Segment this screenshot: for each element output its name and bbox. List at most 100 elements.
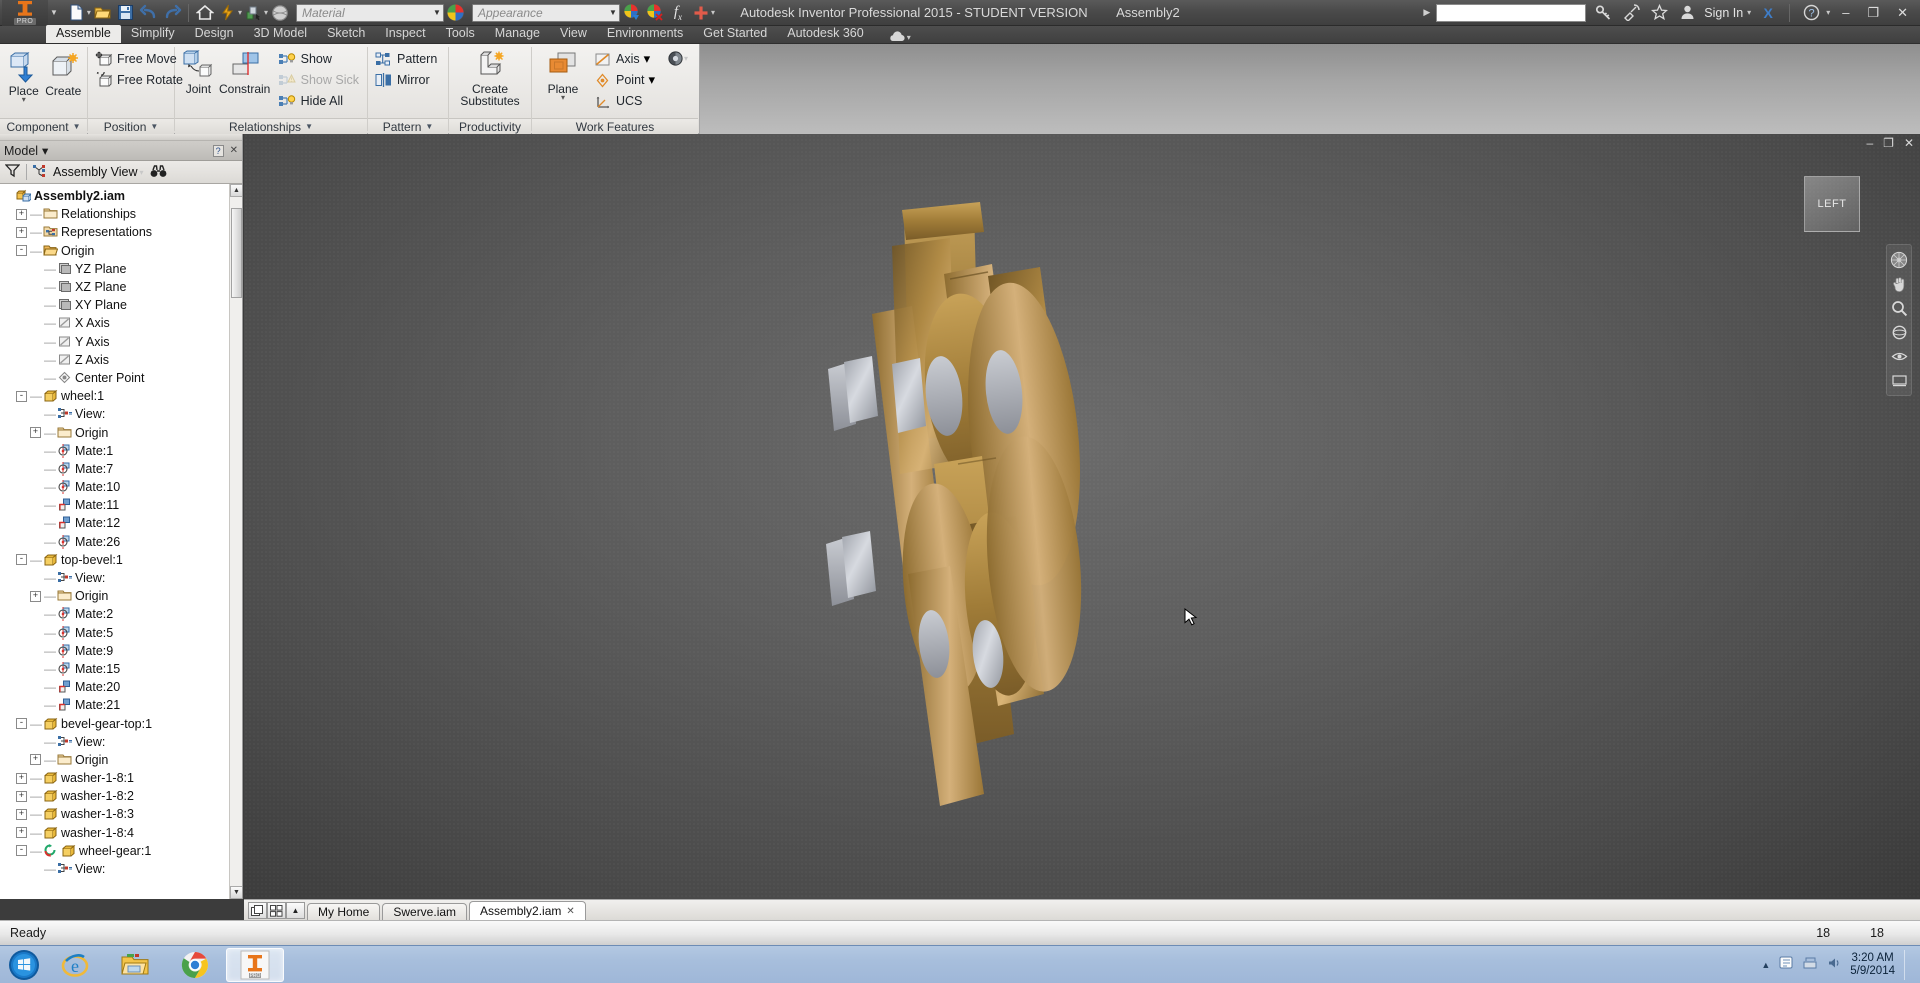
show-relationships-button[interactable]: Show [276,49,363,69]
search-input[interactable] [1436,3,1587,22]
browser-title[interactable]: Model ▾ [4,143,48,159]
sign-in-button[interactable]: Sign In [1704,6,1743,20]
pattern-button[interactable]: Pattern [372,49,441,69]
tree-item[interactable]: + — Origin [0,423,242,441]
panel-component-caret-icon[interactable]: ▼ [73,122,81,131]
panel-relationships-caret-icon[interactable]: ▼ [305,122,313,131]
help-icon[interactable]: ? [1800,2,1822,24]
doc-tab-assembly2[interactable]: Assembly2.iam ✕ [469,901,586,920]
taskbar-clock[interactable]: 3:20 AM 5/9/2014 [1850,952,1895,978]
panel-position-caret-icon[interactable]: ▼ [150,122,158,131]
panel-title-pattern[interactable]: Pattern ▼ [368,118,448,134]
show-sick-button[interactable]: ! Show Sick [276,70,363,90]
taskbar-file-explorer[interactable] [106,948,164,982]
work-plane-button[interactable]: Plane ▾ [536,47,590,102]
redo-icon[interactable] [161,2,183,24]
minimize-button[interactable]: – [1836,5,1855,20]
material-dropdown[interactable]: Material ▼ [295,3,444,22]
taskbar-internet-explorer[interactable]: e [46,948,104,982]
taskbar-inventor[interactable]: PRO [226,947,284,982]
filter-icon[interactable] [4,163,21,181]
panel-title-work-features[interactable]: Work Features [532,118,698,134]
work-plane-caret-icon[interactable]: ▾ [561,94,565,102]
tree-item[interactable]: — Mate:15 [0,660,242,678]
tab-tools[interactable]: Tools [436,25,485,43]
tree-item[interactable]: — YZ Plane [0,260,242,278]
doc-tab-my-home[interactable]: My Home [307,903,381,920]
doc-close-button[interactable]: ✕ [1904,136,1914,150]
star-icon[interactable] [1648,2,1670,24]
new-file-caret-icon[interactable]: ▾ [87,8,91,17]
sign-in-caret-icon[interactable]: ▾ [1747,8,1751,17]
tree-item[interactable]: - — wheel-gear:1 [0,842,242,860]
tree-item[interactable]: — Mate:26 [0,533,242,551]
tree-item[interactable]: Assembly2.iam [0,187,242,205]
material-sphere-icon[interactable] [269,2,291,24]
tree-item[interactable]: + — Relationships [0,205,242,223]
key-icon[interactable] [1592,2,1614,24]
tree-item[interactable]: — View: [0,860,242,878]
graphics-viewport[interactable]: – ❐ ✕ LEFT [244,134,1920,899]
tray-network-icon[interactable] [1803,956,1818,973]
cascade-windows-button[interactable] [248,902,267,919]
clear-appearance-icon[interactable] [644,2,666,24]
tray-show-hidden-button[interactable]: ▲ [1761,960,1770,970]
joint-button[interactable]: Joint [179,47,218,95]
cloud-status-button[interactable]: ▾ [888,31,911,43]
add-to-qat-icon[interactable] [690,2,712,24]
create-component-button[interactable]: Create [44,47,84,97]
tree-item[interactable]: — View: [0,405,242,423]
assembly-view-selector[interactable]: Assembly View ▾ [33,165,144,179]
tree-expand-icon[interactable]: + [16,208,27,220]
browser-title-caret-icon[interactable]: ▾ [42,143,48,158]
update-caret-icon[interactable]: ▾ [238,8,242,17]
place-dropdown-caret-icon[interactable]: ▾ [22,96,26,104]
tray-flag-icon[interactable] [1779,956,1794,973]
tile-windows-button[interactable] [267,902,286,919]
tree-collapse-icon[interactable]: - [16,245,27,257]
browser-help-button[interactable]: ? [212,144,224,157]
tree-item[interactable]: — Z Axis [0,351,242,369]
assembly-3d-model[interactable] [244,134,1920,899]
tab-environments[interactable]: Environments [597,25,693,43]
tree-expand-icon[interactable]: + [16,790,27,802]
tree-item[interactable]: - — top-bevel:1 [0,551,242,569]
model-tree[interactable]: Assembly2.iam + — Relationships + — Representa… [0,184,242,899]
taskbar-google-chrome[interactable] [166,948,224,982]
browser-grip[interactable] [0,134,242,141]
tab-get-started[interactable]: Get Started [693,25,777,43]
doc-tab-swerve[interactable]: Swerve.iam [382,903,468,920]
browser-close-button[interactable]: ✕ [230,145,238,156]
adjust-appearance-icon[interactable] [621,2,643,24]
help-caret-icon[interactable]: ▾ [1826,8,1830,17]
tab-sketch[interactable]: Sketch [317,25,375,43]
save-icon[interactable] [115,2,137,24]
tree-expand-icon[interactable]: + [30,427,41,439]
work-axis-caret-icon[interactable]: ▾ [644,51,651,67]
new-file-icon[interactable] [66,2,88,24]
home-icon[interactable] [194,2,216,24]
tree-item[interactable]: — Mate:12 [0,514,242,532]
tree-expand-icon[interactable]: + [16,772,27,784]
work-point-caret-icon[interactable]: ▾ [649,72,656,88]
assembly-view-caret-icon[interactable]: ▾ [140,168,144,177]
search-expander-icon[interactable]: ▶ [1423,7,1430,18]
tab-scroll-up-button[interactable]: ▲ [286,902,305,919]
tree-collapse-icon[interactable]: - [16,718,27,730]
tree-item[interactable]: + — washer-1-8:2 [0,787,242,805]
create-substitutes-button[interactable]: Create Substitutes [453,47,527,107]
tree-item[interactable]: — Mate:1 [0,442,242,460]
tree-item[interactable]: — Mate:9 [0,642,242,660]
tree-item[interactable]: + — Origin [0,587,242,605]
tree-item[interactable]: — View: [0,733,242,751]
panel-title-component[interactable]: Component ▼ [0,118,87,134]
doc-tab-close-icon[interactable]: ✕ [566,906,574,917]
tree-collapse-icon[interactable]: - [16,845,27,857]
appearance-override-caret-icon[interactable]: ▾ [684,54,688,63]
constrain-button[interactable]: Constrain [218,47,272,95]
tree-item[interactable]: — Y Axis [0,333,242,351]
tab-3d-model[interactable]: 3D Model [244,25,318,43]
tree-item[interactable]: — X Axis [0,314,242,332]
tree-scroll-down-button[interactable]: ▼ [230,886,242,899]
tree-item[interactable]: - — Origin [0,242,242,260]
